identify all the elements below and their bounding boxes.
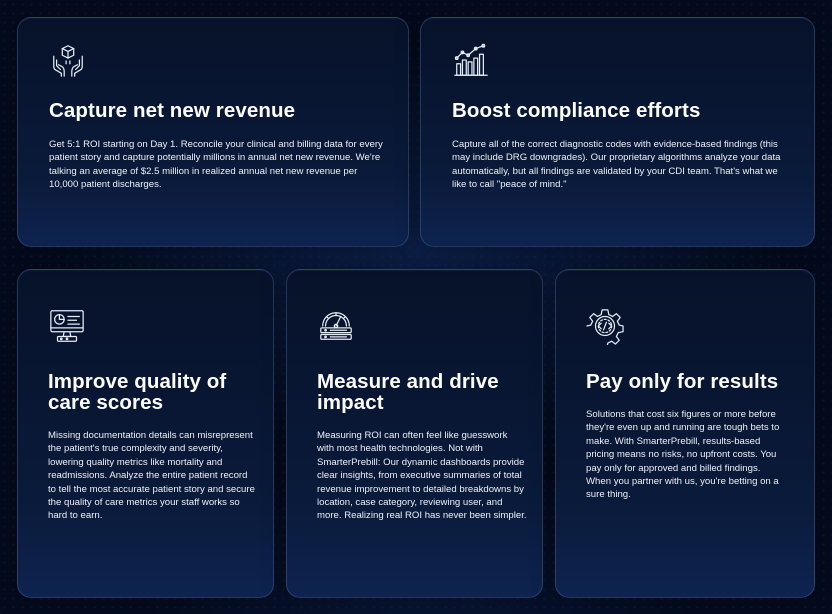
feature-card-pay: Pay only for results Solutions that cost… — [555, 269, 815, 598]
feature-card-quality: Improve quality of care scores Missing d… — [17, 269, 274, 598]
card-description: Capture all of the correct diagnostic co… — [452, 139, 781, 191]
card-description: Measuring ROI can often feel like guessw… — [317, 430, 527, 522]
card-title: Capture net new revenue — [49, 99, 296, 122]
feature-card-roi: Measure and drive impact Measuring ROI c… — [286, 269, 543, 598]
money-hands-icon — [49, 41, 87, 79]
card-title: Measure and drive impact — [317, 370, 499, 414]
feature-card-compliance: Boost compliance efforts Capture all of … — [420, 17, 815, 247]
card-description: Missing documentation details can misrep… — [48, 430, 255, 522]
card-title: Improve quality of care scores — [48, 370, 227, 414]
card-description: Get 5:1 ROI starting on Day 1. Reconcile… — [49, 139, 383, 191]
feature-card-revenue: Capture net new revenue Get 5:1 ROI star… — [17, 17, 409, 247]
card-title: Pay only for results — [586, 370, 779, 393]
card-title: Boost compliance efforts — [452, 99, 701, 122]
card-description: Solutions that cost six figures or more … — [586, 409, 780, 501]
growth-chart-icon — [452, 41, 490, 79]
monitor-dashboard-icon — [48, 307, 86, 345]
gear-code-icon — [586, 307, 624, 345]
gauge-dashboard-icon — [317, 307, 355, 345]
